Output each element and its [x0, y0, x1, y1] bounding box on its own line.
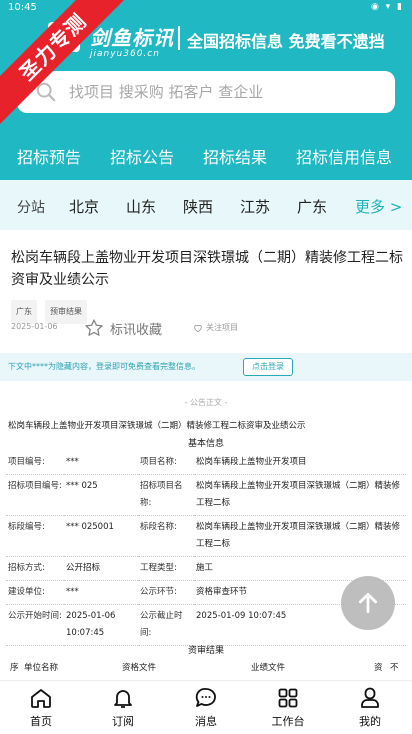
field-key: 标段编号: — [6, 515, 64, 557]
status-time: 10:45 — [8, 2, 37, 13]
field-value: 松岗车辆段上盖物业开发项目 — [194, 451, 406, 475]
column-header: 业绩文件 — [251, 663, 286, 673]
field-value: 松岗车辆段上盖物业开发项目深铁璟城（二期）精装修工程二标 — [194, 515, 406, 557]
bottom-nav: 首页 订阅 消息 工作台 我的 — [0, 680, 412, 734]
region-shandong[interactable]: 山东 — [126, 196, 156, 217]
field-key: 公示截止时间: — [138, 604, 194, 646]
search-bar[interactable] — [17, 71, 395, 113]
region-shaanxi[interactable]: 陕西 — [183, 196, 213, 217]
nav-subscribe[interactable]: 订阅 — [93, 686, 153, 729]
user-icon — [361, 687, 379, 708]
publish-date: 2025-01-06 — [11, 322, 58, 331]
star-icon — [85, 319, 103, 336]
brand-name: 剑鱼标讯 — [90, 26, 174, 50]
collect-label: 标讯收藏 — [110, 322, 163, 338]
table-row: 标段编号: *** 025001 标段名称: 松岗车辆段上盖物业开发项目深铁璟城… — [6, 515, 406, 557]
nav-messages[interactable]: 消息 — [176, 686, 236, 729]
field-key: 项目编号: — [6, 451, 64, 475]
brand-divider — [178, 26, 180, 50]
field-key: 项目名称: — [138, 451, 194, 475]
field-key: 招标方式: — [6, 556, 64, 581]
nav-home[interactable]: 首页 — [11, 686, 71, 729]
tab-bid-notice[interactable]: 招标公告 — [110, 144, 174, 168]
field-key: 建设单位: — [6, 580, 64, 605]
field-value: *** — [64, 451, 138, 475]
home-icon — [31, 689, 51, 708]
follow-label: 关注项目 — [206, 323, 238, 332]
notice-text: 下文中****为隐藏内容，登录即可免费查看完整信息。 — [8, 362, 200, 371]
column-header: 资 — [374, 663, 383, 673]
table-row: 招标项目编号: *** 025 招标项目名称: 松岗车辆段上盖物业开发项目深铁璟… — [6, 474, 406, 516]
basic-info-heading: 基本信息 — [187, 439, 224, 449]
field-value: 松岗车辆段上盖物业开发项目深铁璟城（二期）精装修工程二标 — [194, 474, 406, 516]
column-header: 不 — [390, 663, 399, 673]
table-row: 招标方式: 公开招标 工程类型: 施工 — [6, 556, 406, 581]
result-table-header: 序 单位名称 资格文件 业绩文件 资 不 — [6, 661, 406, 677]
field-value: *** 025 — [64, 474, 138, 516]
category-tabs: 招标预告 招标公告 招标结果 招标信用信息 — [0, 138, 412, 172]
collect-button[interactable]: 标讯收藏 — [84, 317, 162, 339]
arrow-up-icon — [359, 592, 377, 614]
tab-bid-result[interactable]: 招标结果 — [203, 144, 267, 168]
region-jiangsu[interactable]: 江苏 — [240, 196, 270, 217]
field-value: 公开招标 — [64, 556, 138, 581]
region-guangdong[interactable]: 广东 — [297, 196, 327, 217]
field-value: *** — [64, 580, 138, 605]
follow-button[interactable]: 关注项目 — [193, 322, 238, 333]
column-header: 单位名称 — [24, 663, 59, 673]
nav-workbench-label: 工作台 — [271, 715, 305, 728]
region-tag: 广东 — [11, 300, 37, 324]
region-label: 分站 — [17, 200, 45, 216]
nav-messages-label: 消息 — [195, 715, 217, 728]
result-heading: 资审结果 — [187, 646, 224, 656]
login-notice: 下文中****为隐藏内容，登录即可免费查看完整信息。 点击登录 — [0, 353, 412, 381]
field-key: 招标项目名称: — [138, 474, 194, 516]
field-key: 工程类型: — [138, 556, 194, 581]
region-bar: 分站 北京 山东 陕西 江苏 广东 更多 > — [0, 180, 412, 230]
search-input[interactable] — [69, 77, 379, 107]
article-title: 松岗车辆段上盖物业开发项目深铁璟城（二期）精装修工程二标资审及业绩公示 — [11, 250, 403, 288]
status-icons: ◉ ▾ ▮ — [370, 2, 404, 12]
tab-bid-preview[interactable]: 招标预告 — [17, 144, 81, 168]
field-key: 公示开始时间: — [6, 604, 64, 646]
nav-subscribe-label: 订阅 — [112, 715, 134, 728]
brand-slogan: 全国招标信息 免费看不遗挡 — [187, 32, 385, 51]
field-key: 招标项目编号: — [6, 474, 64, 516]
nav-home-label: 首页 — [30, 715, 52, 728]
region-beijing[interactable]: 北京 — [69, 196, 99, 217]
column-header: 序 — [10, 663, 19, 673]
login-button[interactable]: 点击登录 — [243, 358, 293, 376]
page: 10:45 ◉ ▾ ▮ 剑鱼标讯 jianyu360.cn 全国招标信息 免费看… — [0, 0, 412, 734]
field-value: 2025-01-06 10:07:45 — [64, 604, 138, 646]
chat-icon — [195, 688, 216, 707]
field-key: 公示环节: — [138, 580, 194, 605]
nav-profile[interactable]: 我的 — [340, 686, 400, 729]
field-value: *** 025001 — [64, 515, 138, 557]
field-key: 标段名称: — [138, 515, 194, 557]
bell-icon — [114, 690, 132, 708]
column-header: 资格文件 — [122, 663, 157, 673]
table-row: 项目编号: *** 项目名称: 松岗车辆段上盖物业开发项目 — [6, 451, 406, 475]
region-more-link[interactable]: 更多 > — [355, 196, 402, 217]
grid-icon — [278, 688, 298, 708]
brand: 剑鱼标讯 jianyu360.cn — [90, 22, 174, 59]
nav-profile-label: 我的 — [359, 715, 381, 728]
doc-title: 松岗车辆段上盖物业开发项目深铁璟城（二期）精装修工程二标资审及业绩公示 — [8, 421, 306, 431]
nav-workbench[interactable]: 工作台 — [258, 686, 318, 729]
back-to-top-button[interactable] — [341, 576, 395, 630]
type-tag: 预审结果 — [45, 300, 87, 324]
tab-bid-credit[interactable]: 招标信用信息 — [296, 144, 392, 168]
heart-icon — [194, 324, 202, 332]
section-label: - 公告正文 - — [184, 398, 228, 407]
